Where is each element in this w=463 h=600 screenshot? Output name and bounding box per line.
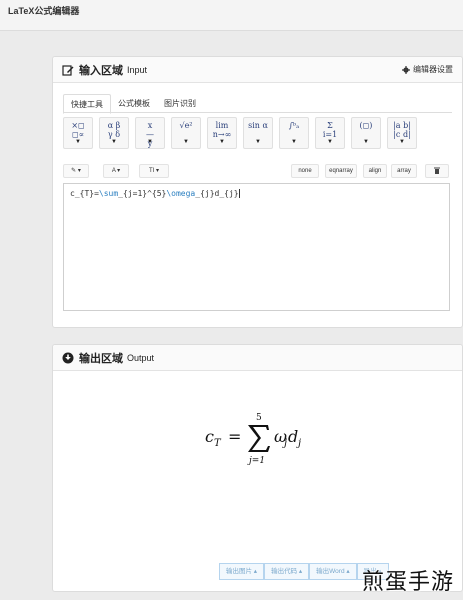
editor-settings-button[interactable]: 编辑器设置 — [402, 64, 453, 75]
brackets-glyph: (◻) — [359, 121, 373, 130]
sqrt-glyph: √e² — [179, 121, 193, 130]
sigma-symbol — [248, 425, 270, 452]
formula-lhs-subscript: T — [214, 438, 222, 449]
output-panel-subtitle: Output — [127, 352, 155, 363]
code-token-command: \sum — [98, 189, 119, 198]
input-panel-title: 输入区域 — [79, 64, 123, 77]
caret-down-icon: ▼ — [111, 139, 117, 145]
app-title: LaTeX公式编辑器 — [8, 6, 80, 16]
gear-icon — [402, 65, 410, 74]
env-eqnarray-button[interactable]: eqnarray — [325, 164, 357, 178]
tabs-divider — [63, 112, 452, 113]
delete-button[interactable] — [425, 164, 449, 178]
formula-equals: = — [228, 427, 241, 446]
input-tabs: 快捷工具 公式模板 图片识别 — [63, 94, 203, 114]
code-token-command: \omega — [166, 189, 196, 198]
trig-glyph: sin α — [248, 121, 268, 130]
caret-down-icon: ▼ — [219, 139, 225, 145]
font-size-button[interactable]: TI ▾ — [139, 164, 169, 178]
symbol-button-sqrt[interactable]: √e² ▼ — [171, 117, 201, 149]
input-panel: 输入区域 Input 编辑器设置 快捷工具 公式模板 图片识别 ×◻ ◻∝ ▼ α … — [52, 56, 463, 328]
env-none-button[interactable]: none — [291, 164, 319, 178]
editor-settings-label: 编辑器设置 — [413, 65, 453, 74]
tab-formula-templates[interactable]: 公式模板 — [111, 94, 157, 112]
symbol-button-limit[interactable]: lim n→∞ ▼ — [207, 117, 237, 149]
caret-down-icon: ▼ — [75, 139, 81, 145]
tab-image-recognition[interactable]: 图片识别 — [157, 94, 203, 112]
caret-down-icon: ▼ — [399, 139, 405, 145]
app-topbar: LaTeX公式编辑器 — [0, 0, 463, 31]
symbol-toolbar: ×◻ ◻∝ ▼ α β γ δ ▼ x — y ▼ √e² ▼ lim n→∞ ▼ sin α ▼ ∫ᵇ… — [63, 117, 417, 149]
pen-color-button[interactable]: ✎ ▾ — [63, 164, 89, 178]
input-panel-subtitle: Input — [127, 64, 148, 75]
symbol-button-sum[interactable]: Σ i=1 ▼ — [315, 117, 345, 149]
caret-down-icon: ▼ — [255, 139, 261, 145]
caret-down-icon: ▼ — [183, 139, 189, 145]
formula-lhs: c — [205, 427, 214, 446]
formula-d: d — [288, 427, 298, 446]
code-token: c_{T}= — [70, 189, 99, 198]
download-circle-icon — [62, 352, 74, 363]
caret-down-icon: ▼ — [291, 139, 297, 145]
tab-quick-tools[interactable]: 快捷工具 — [63, 94, 111, 114]
symbol-button-fraction[interactable]: x — y ▼ — [135, 117, 165, 149]
symbol-button-operators[interactable]: ×◻ ◻∝ ▼ — [63, 117, 93, 149]
operators-glyph: ×◻ ◻∝ — [71, 121, 85, 139]
caret-down-icon: ▼ — [363, 139, 369, 145]
symbol-button-greek[interactable]: α β γ δ ▼ — [99, 117, 129, 149]
format-toolbar: ✎ ▾ A ▾ TI ▾ none eqnarray align array — [63, 164, 450, 178]
text-cursor — [238, 189, 240, 198]
code-token: _{j=1}^{5} — [118, 189, 167, 198]
caret-down-icon: ▼ — [327, 139, 333, 145]
symbol-button-brackets[interactable]: (◻) ▼ — [351, 117, 381, 149]
symbol-button-trig[interactable]: sin α ▼ — [243, 117, 273, 149]
sum-upper-limit: 5 — [256, 413, 262, 423]
env-array-button[interactable]: array — [391, 164, 417, 178]
sum-lower-limit: j=1 — [247, 456, 265, 465]
output-panel-header: 输出区域 Output — [53, 345, 462, 371]
code-token: _{j}d_{j} — [195, 189, 239, 198]
output-panel-title: 输出区域 — [79, 352, 123, 365]
limit-glyph: lim n→∞ — [212, 121, 232, 139]
watermark-text: 煎蛋手游 — [362, 570, 455, 595]
matrix-glyph: |a b| |c d| — [393, 121, 411, 139]
font-button[interactable]: A ▾ — [103, 164, 129, 178]
export-word-button[interactable]: 输出Word ▴ — [309, 563, 357, 580]
symbol-button-integral[interactable]: ∫ᵇₐ ▼ — [279, 117, 309, 149]
export-code-button[interactable]: 输出代码 ▴ — [264, 563, 310, 580]
integral-glyph: ∫ᵇₐ — [288, 121, 300, 130]
output-panel: 输出区域 Output c T = 5 j=1 ω j d j 输出图片 ▴ 输… — [52, 344, 463, 592]
latex-editor[interactable]: c_{T}=\sum_{j=1}^{5}\omega_{j}d_{j} — [63, 183, 450, 311]
export-image-button[interactable]: 输出图片 ▴ — [219, 563, 265, 580]
greek-glyph: α β γ δ — [107, 121, 121, 139]
rendered-formula: c T = 5 j=1 ω j d j — [205, 413, 301, 465]
caret-down-icon: ▼ — [147, 139, 153, 145]
trash-icon — [434, 167, 440, 174]
env-align-button[interactable]: align — [363, 164, 387, 178]
input-panel-header: 输入区域 Input 编辑器设置 — [53, 57, 462, 83]
sum-glyph: Σ i=1 — [322, 121, 338, 139]
edit-icon — [62, 64, 74, 76]
symbol-button-matrix[interactable]: |a b| |c d| ▼ — [387, 117, 417, 149]
